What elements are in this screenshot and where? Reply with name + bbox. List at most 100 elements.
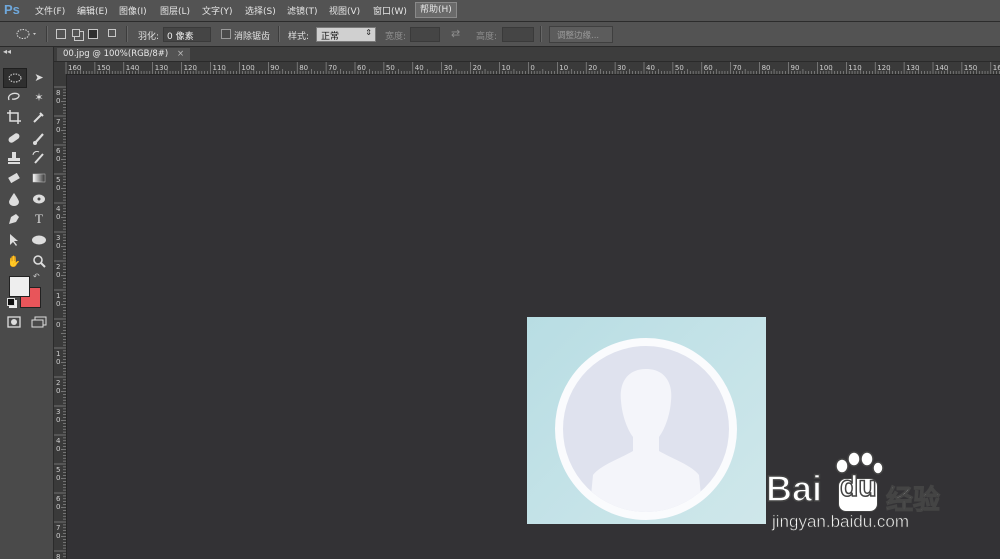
separator — [126, 26, 128, 42]
refine-edge-button[interactable]: 调整边缘... — [549, 26, 613, 43]
lasso-icon[interactable] — [3, 88, 25, 106]
ruler-label: 7 — [56, 524, 60, 532]
ruler-label: 40 — [646, 64, 655, 72]
baidu-jingyan-watermark: Bai du 经验 jingyan.baidu.com — [765, 448, 996, 548]
screen-mode-icon[interactable] — [28, 313, 50, 331]
menu-type[interactable]: 文字(Y) — [202, 4, 233, 17]
menu-view[interactable]: 视图(V) — [329, 4, 360, 17]
zoom-icon[interactable] — [28, 252, 50, 270]
ruler-label: 70 — [328, 64, 337, 72]
ruler-label: 0 — [56, 445, 60, 453]
ruler-label: 50 — [386, 64, 395, 72]
document-tab[interactable]: 00.jpg @ 100%(RGB/8#) × — [57, 48, 191, 61]
ruler-label: 80 — [299, 64, 308, 72]
ruler-label: 6 — [56, 495, 61, 503]
ruler-label: 0 — [56, 532, 60, 540]
watermark-brand: Bai — [765, 467, 823, 510]
swap-icon[interactable]: ⇄ — [451, 27, 460, 40]
antialias-label: 消除锯齿 — [234, 32, 271, 42]
new-selection-icon[interactable] — [56, 29, 66, 39]
ruler-label: 50 — [675, 64, 684, 72]
ruler-label: 20 — [473, 64, 482, 72]
ruler-label: 8 — [56, 553, 60, 559]
options-bar: 羽化: 0 像素 消除锯齿 样式: 正常 ⇕ 宽度: ⇄ 高度: 调整边缘... — [0, 22, 1000, 47]
height-field[interactable] — [502, 27, 534, 42]
style-value: 正常 — [321, 32, 340, 42]
subtract-selection-icon[interactable] — [88, 29, 98, 39]
antialias-checkbox[interactable] — [221, 29, 231, 39]
ruler-label: 60 — [704, 64, 713, 72]
ruler-label: 3 — [56, 234, 60, 242]
ruler-label: 110 — [848, 64, 861, 72]
menu-select[interactable]: 选择(S) — [245, 4, 276, 17]
type-icon[interactable]: T — [28, 210, 50, 228]
add-selection-icon[interactable] — [72, 29, 80, 37]
elliptical-marquee-preset-icon[interactable] — [16, 28, 38, 40]
close-icon[interactable]: × — [177, 49, 184, 59]
ruler-label: 7 — [56, 118, 60, 126]
horizontal-ruler-ticks: 160 150 140 130 120 110 100 90 80 70 60 50 40 30 20 10 0… — [65, 62, 1000, 74]
spot-healing-icon[interactable] — [3, 129, 25, 147]
document-image[interactable] — [527, 317, 766, 524]
ruler-label: 0 — [56, 416, 60, 424]
ruler-label: 0 — [56, 126, 60, 134]
feather-field[interactable]: 0 像素 — [163, 27, 211, 42]
ruler-label: 0 — [56, 184, 60, 192]
horizontal-ruler[interactable]: 160 150 140 130 120 110 100 90 80 70 60 50 40 30 20 10 0… — [54, 62, 1000, 75]
ruler-label: 70 — [733, 64, 742, 72]
ruler-label: 90 — [791, 64, 800, 72]
watermark-brand2: du — [839, 469, 877, 504]
menu-filter[interactable]: 滤镜(T) — [287, 4, 318, 17]
style-select[interactable]: 正常 ⇕ — [316, 27, 376, 42]
move-icon[interactable]: ➤ — [28, 68, 50, 86]
ruler-label: 100 — [241, 64, 254, 72]
width-label: 宽度: — [385, 32, 407, 42]
history-brush-icon[interactable] — [28, 149, 50, 167]
gradient-icon[interactable] — [28, 169, 50, 187]
menu-window[interactable]: 窗口(W) — [373, 4, 407, 17]
eraser-icon[interactable] — [3, 169, 25, 187]
photoshop-logo: Ps — [4, 2, 20, 17]
ruler-label: 110 — [213, 64, 226, 72]
ellipse-shape-icon[interactable] — [28, 231, 50, 249]
crop-icon[interactable] — [3, 108, 25, 126]
swap-colors-icon[interactable]: ↶ — [33, 272, 40, 281]
ruler-label: 10 — [502, 64, 511, 72]
pen-icon[interactable] — [3, 210, 25, 228]
document-tab-title: 00.jpg @ 100%(RGB/8#) — [63, 49, 169, 59]
ruler-label: 150 — [964, 64, 977, 72]
menu-file[interactable]: 文件(F) — [35, 4, 65, 17]
ruler-label: 0 — [56, 155, 60, 163]
eyedropper-icon[interactable] — [28, 108, 50, 126]
clone-stamp-icon[interactable] — [3, 149, 25, 167]
style-label: 样式: — [288, 32, 310, 42]
menu-image[interactable]: 图像(I) — [119, 4, 147, 17]
width-field[interactable] — [410, 27, 440, 42]
dodge-icon[interactable] — [28, 190, 50, 208]
ruler-label: 40 — [415, 64, 424, 72]
blur-icon[interactable] — [3, 190, 25, 208]
ruler-label: 140 — [126, 64, 139, 72]
menu-layer[interactable]: 图层(L) — [160, 4, 190, 17]
path-selection-icon[interactable] — [3, 231, 25, 249]
elliptical-marquee-icon[interactable] — [3, 68, 27, 88]
default-colors-icon[interactable] — [7, 298, 15, 306]
collapse-panel-icon[interactable]: ◂◂ — [3, 47, 11, 56]
vertical-ruler[interactable]: 80706050403020100102030405060708 — [54, 74, 67, 559]
brush-icon[interactable] — [28, 129, 50, 147]
ruler-label: 6 — [56, 147, 61, 155]
menu-help[interactable]: 帮助(H) — [415, 2, 457, 18]
foreground-color-swatch[interactable] — [9, 276, 30, 297]
ruler-label: 4 — [56, 437, 61, 445]
ruler-label: 2 — [56, 263, 60, 271]
intersect-selection-icon[interactable] — [108, 29, 116, 37]
quick-mask-icon[interactable] — [3, 313, 25, 331]
ruler-label: 0 — [56, 474, 60, 482]
ruler-label: 3 — [56, 408, 60, 416]
ruler-label: 10 — [559, 64, 568, 72]
ruler-label: 2 — [56, 379, 60, 387]
magic-wand-icon[interactable]: ✶ — [28, 88, 50, 106]
menu-edit[interactable]: 编辑(E) — [77, 4, 108, 17]
separator — [278, 26, 280, 42]
hand-icon[interactable]: ✋ — [3, 252, 25, 270]
